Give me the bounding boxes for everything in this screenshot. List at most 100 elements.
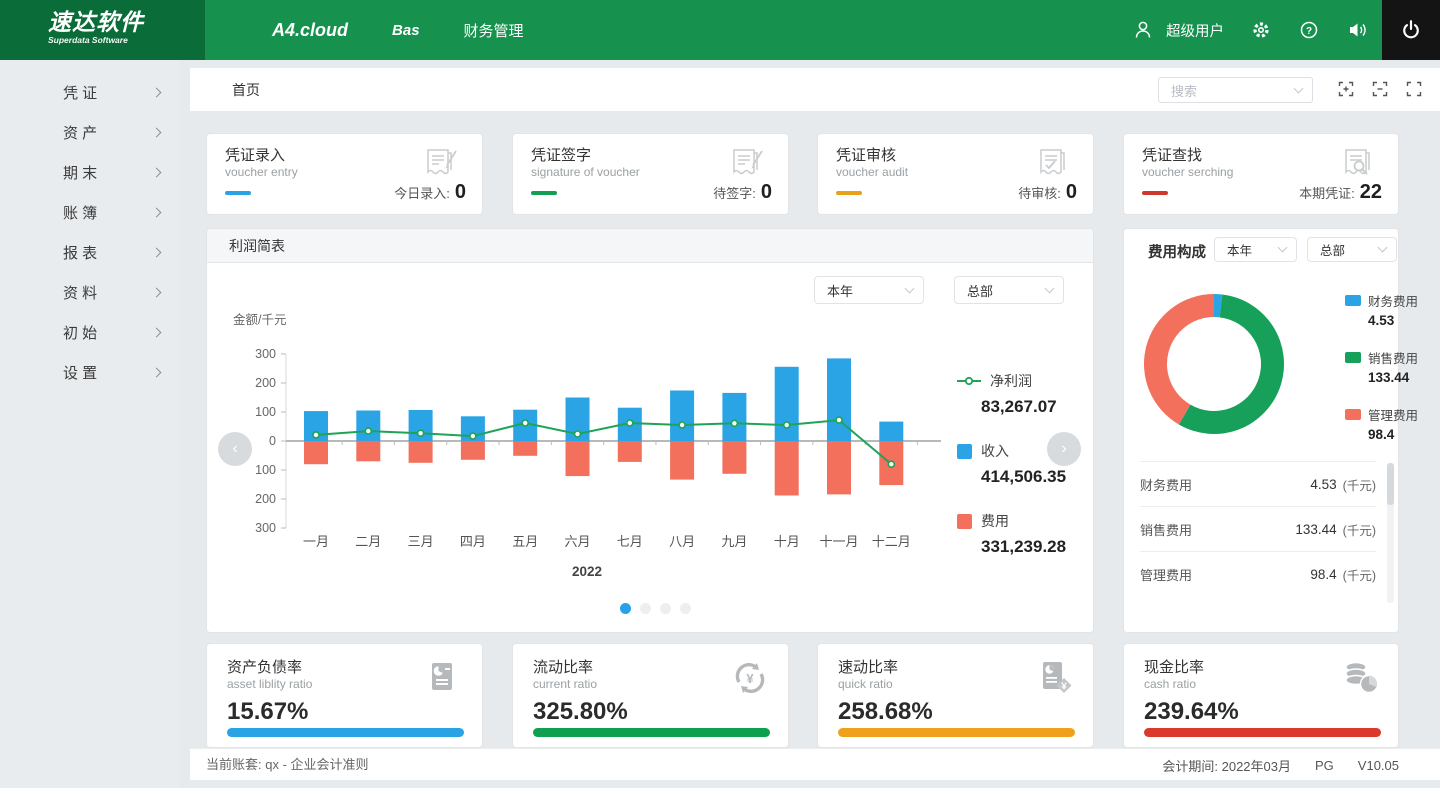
svg-text:100: 100 bbox=[255, 463, 276, 477]
nav-a4cloud[interactable]: A4.cloud bbox=[272, 20, 348, 41]
sidebar-item-reports[interactable]: 报 表 bbox=[0, 232, 180, 272]
table-row[interactable]: 财务费用 4.53 (千元) bbox=[1140, 462, 1376, 507]
asset-liability-ratio-card[interactable]: 资产负债率 asset liblity ratio 15.67% bbox=[206, 643, 483, 748]
voucher-sign-card[interactable]: 凭证签字 signature of voucher 待签字:0 bbox=[512, 133, 789, 215]
sidebar-item-settings[interactable]: 设 置 bbox=[0, 352, 180, 392]
row-unit: (千元) bbox=[1343, 565, 1376, 584]
sidebar-item-initial[interactable]: 初 始 bbox=[0, 312, 180, 352]
card-stat: 本期凭证:22 bbox=[1299, 181, 1382, 204]
svg-text:100: 100 bbox=[255, 405, 276, 419]
brand-subtitle: Superdata Software bbox=[48, 35, 205, 45]
sidebar-item-data[interactable]: 资 料 bbox=[0, 272, 180, 312]
tab-toolbar: 首页 搜索 bbox=[190, 68, 1440, 112]
carousel-dot[interactable] bbox=[640, 603, 651, 614]
donut-legend: 财务费用 4.53 销售费用 133.44 管理费用 98.4 bbox=[1345, 291, 1418, 462]
logout-button[interactable] bbox=[1382, 0, 1440, 60]
expense-org-select[interactable]: 总部 bbox=[1307, 237, 1397, 262]
expense-donut-chart bbox=[1129, 279, 1299, 449]
card-title: 现金比率 bbox=[1144, 656, 1204, 677]
help-icon[interactable]: ? bbox=[1298, 19, 1320, 41]
sidebar-item-assets[interactable]: 资 产 bbox=[0, 112, 180, 152]
scrollbar-thumb[interactable] bbox=[1387, 463, 1394, 505]
nav-bas[interactable]: Bas bbox=[392, 22, 420, 39]
voucher-audit-card[interactable]: 凭证审核 voucher audit 待审核:0 bbox=[817, 133, 1094, 215]
org-filter-select[interactable]: 总部 bbox=[954, 276, 1064, 304]
card-subtitle: signature of voucher bbox=[531, 165, 640, 179]
card-title: 资产负债率 bbox=[227, 656, 302, 677]
voucher-signature-icon bbox=[726, 144, 768, 186]
settings-gear-icon[interactable] bbox=[1250, 19, 1272, 41]
legend-label: 销售费用 bbox=[1368, 348, 1418, 367]
voucher-audit-icon bbox=[1031, 144, 1073, 186]
svg-text:300: 300 bbox=[255, 521, 276, 535]
stat-value: 0 bbox=[455, 181, 466, 203]
svg-text:十一月: 十一月 bbox=[819, 534, 858, 549]
svg-text:三月: 三月 bbox=[408, 534, 434, 549]
stat-label: 待签字: bbox=[713, 186, 756, 201]
voucher-search-card[interactable]: 凭证查找 voucher serching 本期凭证:22 bbox=[1123, 133, 1399, 215]
chevron-down-icon bbox=[1278, 243, 1288, 253]
legend-label: 收入 bbox=[981, 441, 1009, 461]
card-stat: 待签字:0 bbox=[713, 181, 772, 204]
sidebar-item-period-end[interactable]: 期 末 bbox=[0, 152, 180, 192]
card-subtitle: current ratio bbox=[533, 677, 597, 691]
carousel-dot[interactable] bbox=[660, 603, 671, 614]
svg-text:六月: 六月 bbox=[564, 534, 590, 549]
carousel-prev-button[interactable]: ‹ bbox=[218, 432, 252, 466]
select-value: 总部 bbox=[967, 281, 1046, 300]
speaker-icon[interactable] bbox=[1346, 19, 1370, 41]
zoom-in-tab-icon[interactable] bbox=[1338, 81, 1354, 97]
square-marker-icon bbox=[957, 514, 972, 529]
sidebar-item-label: 设 置 bbox=[63, 362, 153, 383]
carousel-dots bbox=[620, 603, 691, 614]
fullscreen-icon[interactable] bbox=[1406, 81, 1422, 97]
user-menu[interactable]: 超级用户 bbox=[1132, 19, 1224, 41]
card-stat: 今日录入:0 bbox=[394, 181, 466, 204]
version-label: V10.05 bbox=[1358, 758, 1399, 773]
cash-ratio-card[interactable]: 现金比率 cash ratio 239.64% bbox=[1123, 643, 1399, 748]
square-marker-icon bbox=[1345, 409, 1361, 420]
square-marker-icon bbox=[1345, 295, 1361, 306]
zoom-out-tab-icon[interactable] bbox=[1372, 81, 1388, 97]
legend-label: 净利润 bbox=[990, 371, 1032, 391]
carousel-dot[interactable] bbox=[680, 603, 691, 614]
scrollbar-track[interactable] bbox=[1387, 463, 1394, 603]
nav-finance[interactable]: 财务管理 bbox=[464, 20, 524, 41]
svg-text:2022: 2022 bbox=[572, 564, 602, 579]
carousel-next-button[interactable]: › bbox=[1047, 432, 1081, 466]
ratio-bar bbox=[838, 728, 1075, 737]
year-filter-select[interactable]: 本年 bbox=[814, 276, 924, 304]
sidebar-item-ledgers[interactable]: 账 簿 bbox=[0, 192, 180, 232]
legend-item-admin-expense[interactable]: 管理费用 98.4 bbox=[1345, 405, 1418, 442]
ratio-value: 258.68% bbox=[838, 698, 933, 726]
search-combobox[interactable]: 搜索 bbox=[1158, 77, 1313, 103]
card-title: 凭证签字 bbox=[531, 144, 591, 165]
legend-label: 财务费用 bbox=[1368, 291, 1418, 310]
row-label: 销售费用 bbox=[1140, 520, 1295, 539]
table-row[interactable]: 销售费用 133.44 (千元) bbox=[1140, 507, 1376, 552]
quick-ratio-card[interactable]: 速动比率 quick ratio 258.68% ¥ bbox=[817, 643, 1094, 748]
legend-item-finance-expense[interactable]: 财务费用 4.53 bbox=[1345, 291, 1418, 328]
sidebar-item-voucher[interactable]: 凭 证 bbox=[0, 72, 180, 112]
status-bar: 当前账套: qx - 企业会计准则 会计期间: 2022年03月 PG V10.… bbox=[190, 748, 1440, 780]
legend-value: 133.44 bbox=[1368, 370, 1418, 385]
document-yen-icon: ¥ bbox=[1033, 656, 1077, 700]
status-bar-right: 会计期间: 2022年03月 PG V10.05 bbox=[1162, 749, 1399, 781]
app-window: 速达软件 Superdata Software A4.cloud Bas 财务管… bbox=[0, 0, 1440, 788]
legend-item-expense[interactable]: 费用 331,239.28 bbox=[957, 511, 1066, 557]
pg-label: PG bbox=[1315, 758, 1334, 773]
tab-home[interactable]: 首页 bbox=[232, 68, 260, 112]
user-icon bbox=[1132, 19, 1154, 41]
expense-year-select[interactable]: 本年 bbox=[1214, 237, 1297, 262]
voucher-entry-card[interactable]: 凭证录入 voucher entry 今日录入:0 bbox=[206, 133, 483, 215]
card-subtitle: voucher entry bbox=[225, 165, 298, 179]
legend-item-sales-expense[interactable]: 销售费用 133.44 bbox=[1345, 348, 1418, 385]
chevron-right-icon bbox=[152, 87, 162, 97]
carousel-dot[interactable] bbox=[620, 603, 631, 614]
table-row[interactable]: 管理费用 98.4 (千元) bbox=[1140, 552, 1376, 597]
chevron-down-icon bbox=[905, 283, 915, 293]
accounting-period-label: 会计期间: 2022年03月 bbox=[1162, 756, 1291, 775]
chart-legend: 净利润 83,267.07 收入 414,506.35 费用 331,239.2… bbox=[957, 371, 1066, 581]
legend-item-net-profit[interactable]: 净利润 83,267.07 bbox=[957, 371, 1066, 417]
current-ratio-card[interactable]: 流动比率 current ratio 325.80% ¥ bbox=[512, 643, 789, 748]
